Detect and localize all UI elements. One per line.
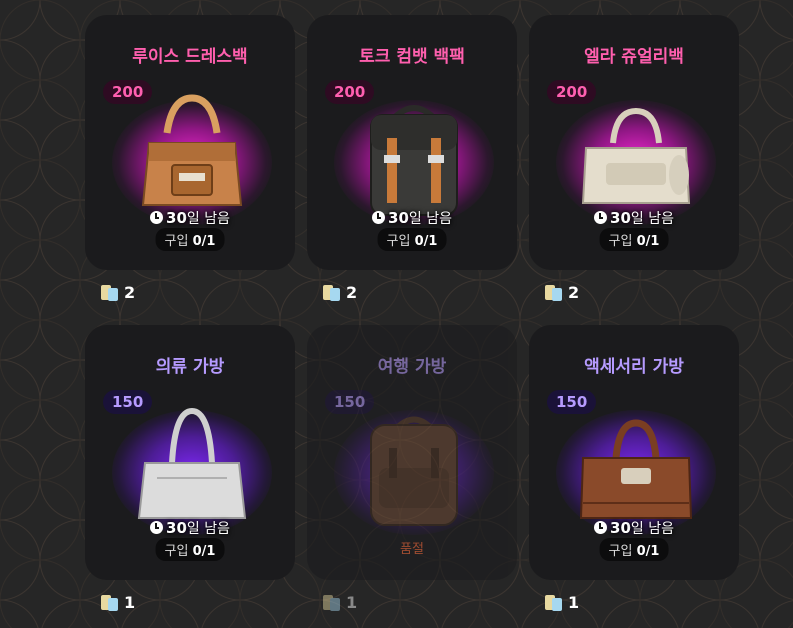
backpack-icon [370,105,458,216]
jewelry-bag-icon [581,107,691,204]
clock-icon [372,211,386,224]
dress-bag-icon [141,94,243,206]
time-remaining: 30일 남음 [307,208,517,228]
rp-coin-icon [101,285,118,301]
item-card-travel-bag: 여행 가방 품절 150 [307,325,517,580]
item-name: 의류 가방 [155,357,225,377]
item-price: 1 [322,593,357,612]
item-name: 여행 가방 [377,357,447,377]
item-price: 2 [100,283,135,302]
clock-icon [594,521,608,534]
purchase-count: 구입 0/1 [599,538,669,561]
item-card-luis-dress-bag[interactable]: 루이스 드레스백 30일 남음 구입 0/1 200 [85,15,295,270]
item-price: 2 [544,283,579,302]
item-name: 루이스 드레스백 [132,47,248,67]
accessory-bag-icon [579,419,693,519]
purchase-count: 구입 0/1 [599,228,669,251]
item-card-ella-jewelry-bag[interactable]: 엘라 쥬얼리백 30일 남음 구입 0/1 200 [529,15,739,270]
point-badge: 200 [325,80,375,104]
rp-coin-icon [545,595,562,611]
item-name: 엘라 쥬얼리백 [584,47,684,67]
purchase-count: 구입 0/1 [155,228,225,251]
item-price: 2 [322,283,357,302]
time-remaining: 30일 남음 [85,208,295,228]
rp-coin-icon [323,595,340,611]
point-badge: 150 [325,390,375,414]
item-price: 1 [544,593,579,612]
time-remaining: 30일 남음 [529,518,739,538]
purchase-count: 구입 0/1 [155,538,225,561]
clock-icon [150,211,164,224]
sold-out-label: 품절 [400,542,424,557]
rp-coin-icon [545,285,562,301]
rp-coin-icon [101,595,118,611]
point-badge: 200 [547,80,597,104]
point-badge: 150 [547,390,597,414]
purchase-count: 구입 0/1 [377,228,447,251]
time-remaining: 30일 남음 [85,518,295,538]
point-badge: 200 [103,80,153,104]
item-card-accessory-bag[interactable]: 액세서리 가방 30일 남음 구입 0/1 150 [529,325,739,580]
rp-coin-icon [323,285,340,301]
item-card-talk-combat-backpack[interactable]: 토크 컴뱃 백팩 30일 남음 구입 0/1 200 [307,15,517,270]
item-price: 1 [100,593,135,612]
clothing-bag-icon [137,407,247,519]
clock-icon [594,211,608,224]
travel-backpack-icon [370,416,458,526]
item-name: 토크 컴뱃 백팩 [359,47,465,67]
clock-icon [150,521,164,534]
item-name: 액세서리 가방 [584,357,684,377]
point-badge: 150 [103,390,153,414]
item-card-clothing-bag[interactable]: 의류 가방 30일 남음 구입 0/1 150 [85,325,295,580]
time-remaining: 30일 남음 [529,208,739,228]
